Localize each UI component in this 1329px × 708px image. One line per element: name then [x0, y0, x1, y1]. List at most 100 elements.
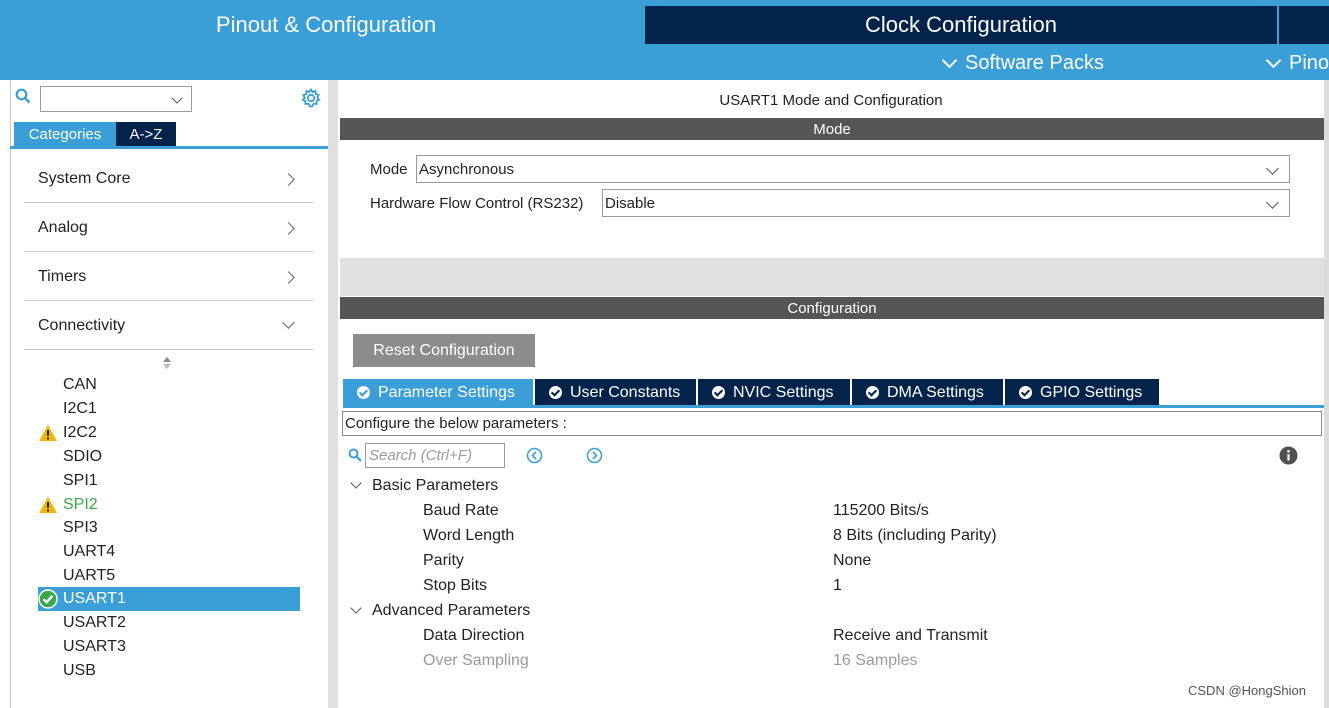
- param-name: Data Direction: [423, 626, 525, 644]
- category-system-core[interactable]: System Core: [24, 155, 313, 203]
- peripheral-label: SPI1: [63, 472, 98, 489]
- chevron-down-icon: [1266, 162, 1279, 175]
- chevron-down-icon: [350, 602, 362, 614]
- sidebar-search-combo[interactable]: [40, 86, 192, 112]
- tab-clock-configuration[interactable]: Clock Configuration: [645, 6, 1277, 44]
- mode-select[interactable]: Asynchronous: [416, 155, 1290, 183]
- param-value[interactable]: 8 Bits (including Parity): [833, 523, 997, 548]
- peripheral-uart4[interactable]: UART4: [38, 540, 300, 564]
- tab-underline: [343, 405, 1324, 408]
- peripheral-i2c1[interactable]: I2C1: [38, 397, 300, 421]
- check-circle-icon: [712, 386, 725, 399]
- info-icon[interactable]: [1279, 446, 1298, 465]
- tab-label: NVIC Settings: [733, 383, 834, 401]
- pinout-menu-label: Pino: [1289, 51, 1329, 74]
- section-divider[interactable]: [340, 258, 1324, 296]
- check-circle-icon: [1019, 386, 1032, 399]
- software-packs-label: Software Packs: [965, 51, 1104, 74]
- reset-configuration-button[interactable]: Reset Configuration: [353, 334, 535, 367]
- param-value[interactable]: Receive and Transmit: [833, 623, 988, 648]
- flow-control-label: Hardware Flow Control (RS232): [370, 194, 584, 212]
- param-value: 16 Samples: [833, 651, 918, 669]
- next-match-icon[interactable]: [586, 447, 603, 464]
- peripheral-label: USB: [63, 662, 96, 679]
- tab-a-to-z[interactable]: A->Z: [116, 122, 176, 146]
- previous-match-icon[interactable]: [526, 447, 543, 464]
- peripheral-label: SPI3: [63, 519, 98, 536]
- peripheral-usart2[interactable]: USART2: [38, 611, 300, 635]
- peripheral-label: SDIO: [63, 448, 103, 465]
- category-label: Connectivity: [38, 316, 126, 334]
- peripheral-label: SPI2: [63, 496, 98, 513]
- param-name: Word Length: [423, 526, 515, 544]
- tab-label: DMA Settings: [887, 383, 984, 401]
- warning-icon: [38, 423, 58, 443]
- panel-splitter[interactable]: [328, 80, 338, 708]
- check-circle-icon: [549, 386, 562, 399]
- sidebar-border: [10, 80, 11, 708]
- search-icon[interactable]: [15, 88, 31, 104]
- mode-value: Asynchronous: [419, 160, 515, 178]
- tab-parameter-settings[interactable]: Parameter Settings: [343, 379, 533, 406]
- peripheral-can[interactable]: CAN: [38, 373, 300, 397]
- flow-control-select[interactable]: Disable: [602, 189, 1290, 217]
- peripheral-spi2[interactable]: SPI2: [38, 493, 300, 517]
- peripheral-usb[interactable]: USB: [38, 659, 300, 683]
- tab-gpio-settings[interactable]: GPIO Settings: [1005, 379, 1159, 406]
- page-title: USART1 Mode and Configuration: [719, 91, 943, 109]
- software-packs-menu[interactable]: Software Packs: [940, 50, 1104, 76]
- peripheral-label: UART5: [63, 567, 116, 584]
- param-name: Over Sampling: [423, 651, 529, 669]
- tab-user-constants[interactable]: User Constants: [535, 379, 696, 406]
- scrollbar[interactable]: [1324, 80, 1329, 708]
- tab-overflow[interactable]: [1279, 6, 1329, 44]
- param-value[interactable]: 115200 Bits/s: [833, 498, 929, 523]
- category-label: Timers: [38, 267, 87, 285]
- tab-pinout-configuration[interactable]: Pinout & Configuration: [10, 6, 642, 44]
- parameter-search-input[interactable]: Search (Ctrl+F): [365, 443, 505, 468]
- tab-label: Parameter Settings: [378, 383, 515, 401]
- watermark: CSDN @HongShion: [1188, 683, 1306, 698]
- group-advanced-parameters[interactable]: Advanced Parameters: [350, 598, 530, 623]
- peripheral-label: USART3: [63, 638, 126, 655]
- chevron-down-icon: [1265, 52, 1282, 68]
- gear-icon[interactable]: [300, 87, 322, 109]
- peripheral-spi3[interactable]: SPI3: [38, 516, 300, 540]
- peripheral-spi1[interactable]: SPI1: [38, 469, 300, 493]
- tab-nvic-settings[interactable]: NVIC Settings: [698, 379, 850, 406]
- peripheral-label: I2C2: [63, 424, 97, 441]
- mode-section-header: Mode: [340, 118, 1324, 140]
- category-label: System Core: [38, 169, 131, 187]
- param-value[interactable]: 1: [833, 573, 842, 598]
- chevron-right-icon: [282, 271, 295, 284]
- check-circle-icon: [357, 386, 370, 399]
- group-label: Advanced Parameters: [372, 601, 531, 619]
- group-basic-parameters[interactable]: Basic Parameters: [350, 473, 498, 498]
- category-connectivity[interactable]: Connectivity: [24, 302, 313, 350]
- flow-control-value: Disable: [605, 194, 656, 212]
- chevron-down-icon: [171, 92, 183, 104]
- sort-icon[interactable]: [161, 355, 173, 371]
- peripheral-uart5[interactable]: UART5: [38, 564, 300, 588]
- configuration-section-header: Configuration: [340, 297, 1324, 319]
- chevron-down-icon: [282, 316, 295, 329]
- peripheral-usart3[interactable]: USART3: [38, 635, 300, 659]
- group-label: Basic Parameters: [372, 476, 499, 494]
- peripheral-label: USART1: [63, 590, 126, 607]
- peripheral-label: UART4: [63, 543, 116, 560]
- peripheral-sdio[interactable]: SDIO: [38, 445, 300, 469]
- pinout-menu[interactable]: Pino: [1264, 50, 1329, 76]
- peripheral-i2c2[interactable]: I2C2: [38, 421, 300, 445]
- category-analog[interactable]: Analog: [24, 204, 313, 252]
- category-label: Analog: [38, 218, 88, 236]
- tab-dma-settings[interactable]: DMA Settings: [852, 379, 1003, 406]
- mode-label: Mode: [370, 160, 408, 178]
- chevron-right-icon: [282, 173, 295, 186]
- tab-categories[interactable]: Categories: [14, 122, 116, 146]
- warning-icon: [38, 495, 58, 515]
- peripheral-usart1[interactable]: USART1: [38, 587, 300, 611]
- param-value[interactable]: None: [833, 548, 871, 573]
- category-timers[interactable]: Timers: [24, 253, 313, 301]
- chevron-down-icon: [941, 52, 958, 68]
- param-name: Baud Rate: [423, 501, 499, 519]
